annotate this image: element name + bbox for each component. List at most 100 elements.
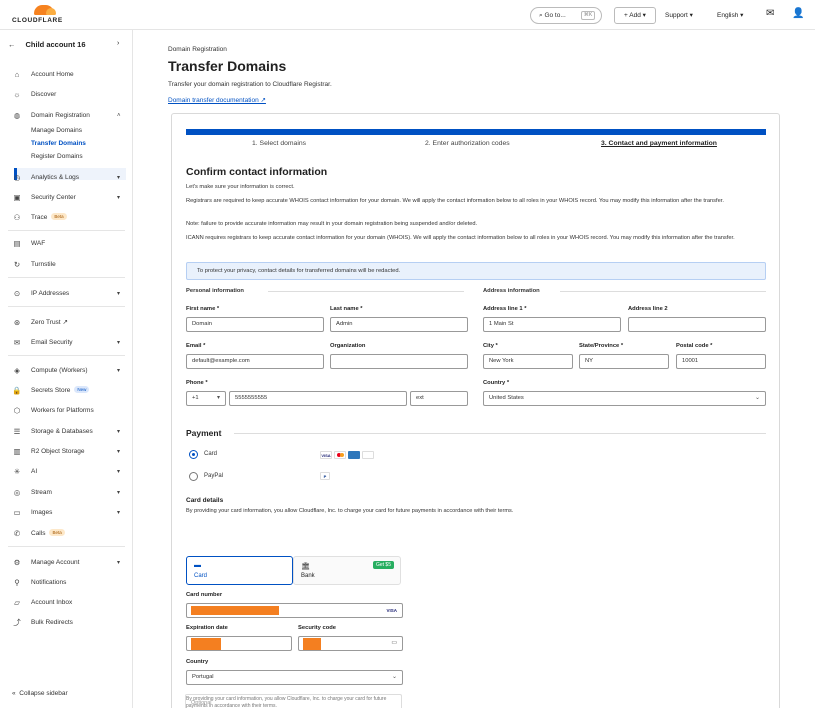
first-name-label: First name *	[186, 306, 220, 312]
beta-badge: Beta	[49, 529, 65, 536]
chevron-down-icon: ⌄	[391, 674, 397, 680]
sidebar-item-workers-platforms[interactable]: ⬡ Workers for Platforms	[0, 404, 133, 418]
sidebar-item-zero-trust[interactable]: ⊛ Zero Trust ↗	[0, 316, 133, 330]
lock-icon: 🔒	[12, 386, 22, 395]
user-avatar-icon[interactable]: 👤	[792, 8, 804, 19]
external-link-icon: ↗	[62, 319, 68, 326]
city-label: City *	[483, 343, 498, 349]
chevron-down-icon: ▾	[216, 395, 220, 401]
zero-trust-icon: ⊛	[13, 318, 21, 327]
postal-input[interactable]: 10001	[676, 354, 766, 369]
sidebar-item-discover[interactable]: ☼ Discover	[0, 88, 133, 102]
first-name-input[interactable]: Domain	[186, 317, 324, 332]
firewall-icon: ▤	[13, 239, 21, 248]
payment-country-select[interactable]: Portugal ⌄	[186, 670, 403, 685]
redacted-security-code	[303, 638, 321, 650]
stream-icon: ◎	[13, 488, 21, 497]
country-select[interactable]: United States ⌄	[483, 391, 766, 406]
expiration-input[interactable]	[186, 636, 292, 651]
card-radio[interactable]	[189, 450, 198, 459]
workers-icon: ◈	[14, 366, 20, 375]
phone-input[interactable]: 5555555555	[229, 391, 407, 406]
sidebar-item-account-inbox[interactable]: ▱ Account Inbox	[0, 596, 133, 610]
phone-country-code-select[interactable]: +1 ▾	[186, 391, 226, 406]
bank-tab[interactable]: 🏛 Bank Get $5	[293, 556, 401, 585]
sidebar-subitem-register-domains[interactable]: Register Domains	[31, 153, 83, 160]
divider	[268, 291, 464, 292]
sidebar-item-calls[interactable]: ✆ Calls Beta	[0, 527, 133, 541]
card-option-label: Card	[204, 451, 218, 457]
sidebar-item-ip-addresses[interactable]: ⊙ IP Addresses ▾	[0, 287, 133, 301]
sidebar-item-images[interactable]: ▭ Images ▾	[0, 506, 133, 520]
collapse-sidebar-button[interactable]: « Collapse sidebar	[12, 690, 68, 697]
add-button[interactable]: + Add ▾	[614, 7, 656, 24]
bell-icon: ⚲	[14, 578, 20, 587]
last-name-input[interactable]: Admin	[330, 317, 468, 332]
account-switcher[interactable]: ← Child account 16	[8, 40, 86, 49]
address2-input[interactable]	[628, 317, 766, 332]
sidebar-item-compute[interactable]: ◈ Compute (Workers) ▾	[0, 364, 133, 378]
postal-label: Postal code *	[676, 343, 713, 349]
paypal-logo-icon: P	[320, 472, 330, 480]
sidebar-item-waf[interactable]: ▤ WAF	[0, 237, 133, 251]
redacted-card-number	[191, 606, 279, 615]
clock-icon: ◷	[13, 173, 21, 182]
breadcrumb[interactable]: Domain Registration	[168, 46, 227, 53]
inbox-icon: ▱	[14, 598, 20, 607]
sidebar-item-security-center[interactable]: ▣ Security Center ▾	[0, 191, 133, 205]
chevron-right-icon[interactable]: ›	[117, 40, 119, 47]
notifications-icon[interactable]: ✉	[766, 8, 774, 19]
email-input[interactable]: default@example.com	[186, 354, 324, 369]
step-3: 3. Contact and payment information	[601, 140, 717, 147]
support-menu[interactable]: Support ▾	[665, 11, 693, 19]
sidebar-item-trace[interactable]: ⚇ Trace Beta	[0, 211, 133, 225]
state-label: State/Province *	[579, 343, 624, 349]
phone-ext-input[interactable]: ext	[410, 391, 468, 406]
sidebar-item-notifications[interactable]: ⚲ Notifications	[0, 576, 133, 590]
goto-search-button[interactable]: ⌕ Go to... ⌘K	[530, 7, 602, 24]
paypal-radio[interactable]	[189, 472, 198, 481]
personal-info-heading: Personal information	[186, 288, 244, 294]
sidebar-item-ai[interactable]: ✳ AI ▾	[0, 465, 133, 479]
sidebar-item-email-security[interactable]: ✉ Email Security ▾	[0, 336, 133, 350]
phone-label: Phone *	[186, 380, 208, 386]
sidebar-item-secrets-store[interactable]: 🔒 Secrets Store New	[0, 384, 133, 398]
state-input[interactable]: NY	[579, 354, 669, 369]
double-chevron-left-icon: «	[12, 690, 16, 697]
optional-input[interactable]: Optional	[185, 694, 402, 708]
sidebar-item-analytics[interactable]: ◷ Analytics & Logs ▾	[0, 171, 133, 185]
sidebar-item-bulk-redirects[interactable]: ⤴ Bulk Redirects	[0, 616, 133, 630]
cloudflare-logo[interactable]: CLOUDFLARE	[12, 5, 68, 25]
step-2: 2. Enter authorization codes	[425, 140, 510, 147]
sidebar-item-storage[interactable]: ☰ Storage & Databases ▾	[0, 425, 133, 439]
organization-input[interactable]	[330, 354, 468, 369]
main-content: Domain Registration Transfer Domains Tra…	[133, 30, 815, 708]
sidebar-subitem-transfer-domains[interactable]: Transfer Domains	[31, 140, 86, 147]
address1-input[interactable]: 1 Main St	[483, 317, 621, 332]
sidebar-item-stream[interactable]: ◎ Stream ▾	[0, 486, 133, 500]
divider	[8, 230, 125, 231]
sidebar-item-domain-registration[interactable]: ◍ Domain Registration ˄	[0, 109, 133, 123]
language-menu[interactable]: English ▾	[717, 11, 743, 19]
security-code-input[interactable]: ▭	[298, 636, 403, 651]
progress-bar	[186, 129, 766, 135]
sidebar-item-account-home[interactable]: ⌂ Account Home	[0, 68, 133, 82]
sidebar-item-manage-account[interactable]: ⚙ Manage Account ▾	[0, 556, 133, 570]
ai-icon: ✳	[13, 467, 21, 476]
sidebar-subitem-manage-domains[interactable]: Manage Domains	[31, 127, 82, 134]
discover-logo-icon	[362, 451, 374, 459]
mastercard-logo-icon	[334, 451, 346, 459]
page-title: Transfer Domains	[168, 58, 287, 74]
card-details-subtitle: By providing your card information, you …	[186, 508, 514, 514]
card-tab[interactable]: ▬ Card	[186, 556, 293, 585]
contact-heading: Confirm contact information	[186, 166, 328, 178]
address1-label: Address line 1 *	[483, 306, 527, 312]
bank-icon: 🏛	[301, 563, 310, 570]
sidebar-item-r2[interactable]: ▥ R2 Object Storage ▾	[0, 445, 133, 459]
database-icon: ☰	[13, 427, 21, 436]
city-input[interactable]: New York	[483, 354, 573, 369]
card-number-input[interactable]: VISA	[186, 603, 403, 618]
divider	[234, 433, 766, 434]
documentation-link[interactable]: Domain transfer documentation ↗	[168, 96, 266, 104]
sidebar-item-turnstile[interactable]: ↻ Turnstile	[0, 258, 133, 272]
